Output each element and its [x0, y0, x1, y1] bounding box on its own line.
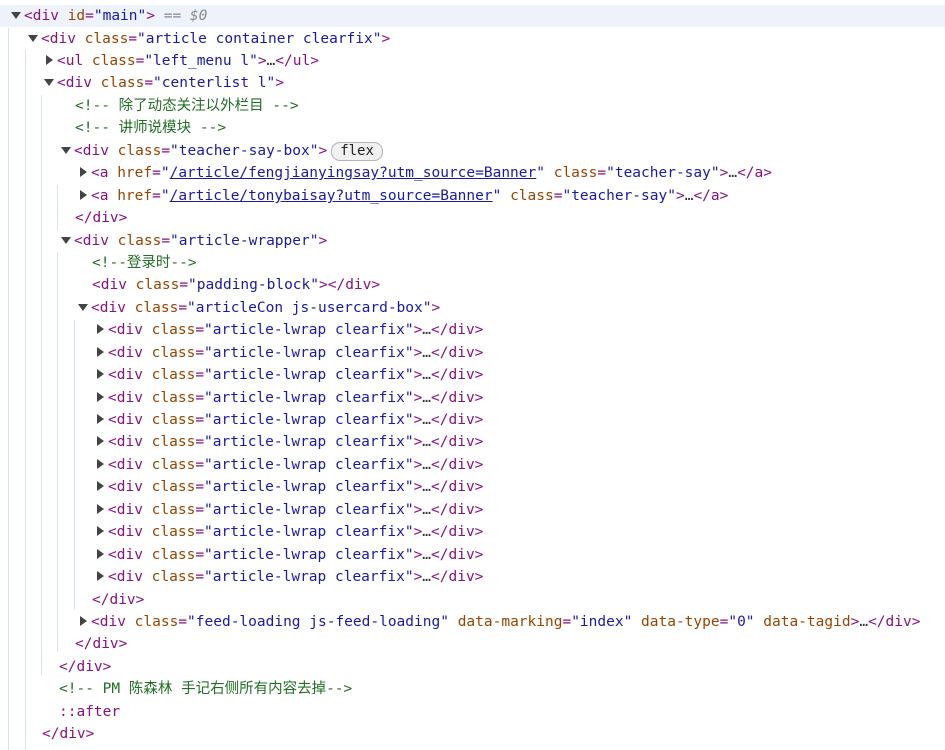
dom-node-centerlist[interactable]: <div class="centerlist l"> — [43, 72, 284, 94]
expand-arrow-icon[interactable] — [77, 611, 91, 633]
href-link[interactable]: /article/fengjianyingsay?utm_source=Bann… — [170, 165, 537, 181]
expand-arrow-icon[interactable] — [94, 319, 108, 341]
dom-node-teacher-say-link[interactable]: <a href="/article/tonybaisay?utm_source=… — [77, 185, 728, 207]
dom-node-article-lwrap[interactable]: <div class="article-lwrap clearfix">…</d… — [94, 499, 483, 521]
dom-node-article-lwrap[interactable]: <div class="article-lwrap clearfix">…</d… — [94, 319, 483, 341]
collapse-arrow-icon[interactable] — [60, 140, 74, 162]
dom-closing-tag[interactable]: </div> — [42, 723, 94, 745]
dom-node-article-con[interactable]: <div class="articleCon js-usercard-box"> — [77, 297, 440, 319]
indent-guide — [57, 185, 58, 230]
expand-arrow-icon[interactable] — [94, 454, 108, 476]
dom-node-feed-loading[interactable]: <div class="feed-loading js-feed-loading… — [77, 611, 920, 633]
dom-closing-tag[interactable]: </div> — [59, 656, 111, 678]
dom-node-teacher-say-box[interactable]: <div class="teacher-say-box"> flex — [60, 140, 383, 162]
expand-arrow-icon[interactable] — [94, 409, 108, 431]
expand-arrow-icon[interactable] — [94, 387, 108, 409]
expand-arrow-icon[interactable] — [94, 499, 108, 521]
dom-node-padding-block[interactable]: <div class="padding-block"></div> — [92, 274, 380, 296]
dom-node-article-container[interactable]: <div class="article container clearfix"> — [27, 28, 390, 50]
collapse-arrow-icon[interactable] — [43, 72, 57, 94]
expand-arrow-icon[interactable] — [77, 162, 91, 184]
dom-node-article-lwrap[interactable]: <div class="article-lwrap clearfix">…</d… — [94, 454, 483, 476]
dom-node-article-lwrap[interactable]: <div class="article-lwrap clearfix">…</d… — [94, 521, 483, 543]
dom-node-main[interactable]: <div id="main"> == $0 — [0, 5, 945, 28]
dom-closing-tag[interactable]: </div> — [92, 589, 144, 611]
dom-pseudo-after[interactable]: ::after — [59, 701, 120, 723]
expand-arrow-icon[interactable] — [94, 566, 108, 588]
dom-node-article-lwrap[interactable]: <div class="article-lwrap clearfix">…</d… — [94, 342, 483, 364]
dom-comment[interactable]: <!-- 除了动态关注以外栏目 --> — [75, 95, 299, 117]
dom-node-article-lwrap[interactable]: <div class="article-lwrap clearfix">…</d… — [94, 476, 483, 498]
dom-comment[interactable]: <!--登录时--> — [92, 252, 197, 274]
dom-comment[interactable]: <!-- PM 陈森林 手记右侧所有内容去掉--> — [59, 678, 352, 700]
expand-arrow-icon[interactable] — [94, 342, 108, 364]
expand-arrow-icon[interactable] — [77, 185, 91, 207]
collapse-arrow-icon[interactable] — [27, 28, 41, 50]
expand-arrow-icon[interactable] — [94, 521, 108, 543]
dom-closing-tag[interactable]: </div> — [75, 207, 127, 229]
expand-arrow-icon[interactable] — [94, 544, 108, 566]
expand-arrow-icon[interactable] — [94, 476, 108, 498]
dom-node-article-lwrap[interactable]: <div class="article-lwrap clearfix">…</d… — [94, 544, 483, 566]
expand-arrow-icon[interactable] — [94, 364, 108, 386]
expand-arrow-icon[interactable] — [43, 50, 57, 72]
collapse-arrow-icon[interactable] — [60, 230, 74, 252]
indent-guide — [8, 28, 9, 750]
indent-guide — [41, 95, 42, 675]
dom-node-left-menu[interactable]: <ul class="left_menu l">…</ul> — [43, 50, 319, 72]
dom-node-teacher-say-link[interactable]: <a href="/article/fengjianyingsay?utm_so… — [77, 162, 772, 184]
href-link[interactable]: /article/tonybaisay?utm_source=Banner — [170, 188, 493, 204]
indent-guide — [74, 320, 75, 610]
dom-closing-tag[interactable]: </div> — [75, 633, 127, 655]
dom-node-article-lwrap[interactable]: <div class="article-lwrap clearfix">…</d… — [94, 431, 483, 453]
dom-node-article-lwrap[interactable]: <div class="article-lwrap clearfix">…</d… — [94, 364, 483, 386]
flex-badge[interactable]: flex — [331, 141, 383, 161]
selected-node-marker: == $0 — [154, 8, 208, 24]
dom-node-article-wrapper[interactable]: <div class="article-wrapper"> — [60, 230, 327, 252]
collapse-arrow-icon[interactable] — [77, 297, 91, 319]
expand-arrow-icon[interactable] — [94, 431, 108, 453]
collapse-arrow-icon[interactable] — [10, 5, 24, 27]
dom-node-article-lwrap[interactable]: <div class="article-lwrap clearfix">…</d… — [94, 566, 483, 588]
dom-node-article-lwrap[interactable]: <div class="article-lwrap clearfix">…</d… — [94, 409, 483, 431]
dom-comment[interactable]: <!-- 讲师说模块 --> — [75, 117, 226, 139]
dom-node-article-lwrap[interactable]: <div class="article-lwrap clearfix">…</d… — [94, 387, 483, 409]
dom-tree-panel: <div id="main"> == $0 <div class="articl… — [0, 0, 945, 750]
indent-guide — [57, 252, 58, 652]
indent-guide — [25, 50, 26, 750]
